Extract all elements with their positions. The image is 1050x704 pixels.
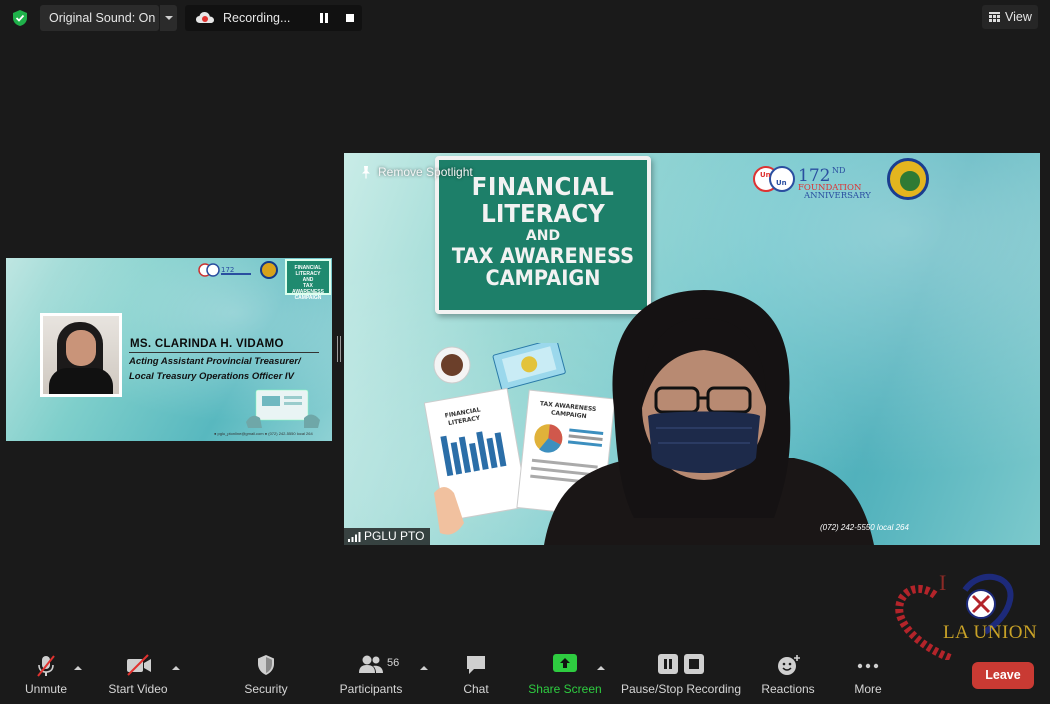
more-dots-icon (857, 663, 879, 669)
presenter-video (544, 290, 874, 545)
reactions-label: Reactions (761, 682, 815, 696)
view-button[interactable]: View (982, 5, 1038, 29)
campaign-sign-small: FINANCIAL LITERACY AND TAX AWARENESS CAMPAIG… (285, 259, 331, 301)
share-screen-button[interactable]: Share Screen (528, 652, 602, 700)
security-shield-icon[interactable] (11, 9, 29, 27)
start-video-label: Start Video (108, 682, 168, 696)
pause-recording-icon[interactable] (319, 13, 329, 23)
la-union-watermark: I LA UNION (895, 570, 1045, 660)
contact-phone: (072) 242-5550 local 264 (820, 523, 909, 532)
unmute-label: Unmute (24, 682, 68, 696)
sign-line4: TAX AWARENESS (451, 244, 635, 268)
chat-bubble-icon (467, 656, 485, 674)
pin-icon (362, 166, 370, 179)
participant-name-tag: PGLU PTO (344, 528, 431, 545)
original-sound-button[interactable]: Original Sound: On (40, 5, 159, 31)
thumb-footer-contacts: ● pglu_ptonline@gmail.com ● (072) 242-55… (214, 431, 313, 436)
speaker-role-line1: Acting Assistant Provincial Treasurer/ (129, 356, 301, 367)
heart-logo (895, 573, 1014, 660)
svg-text:Un: Un (776, 179, 787, 187)
speaker-role-line2: Local Treasury Operations Officer IV (129, 371, 294, 382)
recording-indicator: Recording... (185, 5, 362, 31)
audio-options-caret[interactable] (74, 662, 82, 670)
share-screen-label: Share Screen (528, 682, 602, 696)
more-button[interactable]: More (846, 652, 890, 700)
thumbnail-video-tile[interactable]: 172 FINANCIAL LITERACY AND TAX AWARENESS CAM… (6, 258, 332, 441)
remove-spotlight-button[interactable]: Remove Spotlight (352, 161, 479, 183)
share-options-caret[interactable] (597, 662, 605, 670)
view-label: View (1005, 10, 1032, 24)
stop-recording-icon[interactable] (346, 14, 354, 22)
la-union-i: I (939, 570, 947, 595)
pause-stop-recording-button[interactable]: Pause/Stop Recording (620, 652, 742, 700)
tile-resize-handle[interactable] (337, 336, 341, 362)
logo-suffix: ND (832, 166, 845, 175)
main-video-tile[interactable]: FINANCIAL LITERACY AND TAX AWARENESS CAM… (344, 153, 1040, 545)
video-options-caret[interactable] (172, 662, 180, 670)
more-label: More (854, 682, 882, 696)
pause-stop-recording-icon (658, 654, 704, 674)
sign-line3: AND (525, 228, 561, 244)
anniversary-logo-small: 172 (198, 263, 251, 277)
recording-status: Recording... (223, 11, 291, 25)
pause-stop-recording-label: Pause/Stop Recording (620, 682, 742, 696)
reactions-icon (778, 655, 800, 675)
original-sound-dropdown[interactable] (159, 5, 177, 31)
signal-strength-icon (348, 532, 361, 542)
unmute-button[interactable]: Unmute (14, 652, 78, 700)
svg-text:172: 172 (221, 266, 234, 274)
participants-options-caret[interactable] (420, 662, 428, 670)
original-sound-label: Original Sound: On (49, 11, 156, 25)
speaker-photo (40, 313, 122, 397)
participants-label: Participants (339, 682, 403, 696)
cloud-recording-icon (196, 12, 214, 23)
start-video-button[interactable]: Start Video (104, 652, 172, 700)
province-seal (887, 158, 929, 200)
name-underline (129, 352, 319, 353)
grid-view-icon (989, 12, 1000, 22)
province-seal-small (260, 261, 278, 279)
chat-label: Chat (463, 682, 489, 696)
participant-name: PGLU PTO (364, 529, 425, 543)
shield-icon (258, 655, 274, 675)
chat-button[interactable]: Chat (454, 652, 498, 700)
muted-microphone-icon (37, 655, 55, 677)
leave-button[interactable]: Leave (972, 662, 1034, 689)
video-off-icon (127, 654, 151, 676)
remove-spotlight-label: Remove Spotlight (378, 165, 473, 179)
logo-text2: ANNIVERSARY (803, 191, 871, 199)
participants-icon (359, 655, 383, 673)
foundation-anniversary-logo: Un Un 172 ND FOUNDATION ANNIVERSARY (753, 166, 871, 199)
desk-illustration (246, 389, 320, 428)
security-label: Security (244, 682, 288, 696)
svg-text:Un: Un (760, 171, 771, 179)
speaker-name: MS. CLARINDA H. VIDAMO (130, 338, 284, 350)
sign-line5: CAMPAIGN (485, 266, 601, 290)
share-screen-icon (553, 654, 577, 672)
security-button[interactable]: Security (236, 652, 296, 700)
reactions-button[interactable]: Reactions (758, 652, 818, 700)
sign-line2: LITERACY (481, 199, 605, 228)
participants-count: 56 (387, 657, 400, 669)
la-union-text: LA UNION (943, 622, 1038, 643)
